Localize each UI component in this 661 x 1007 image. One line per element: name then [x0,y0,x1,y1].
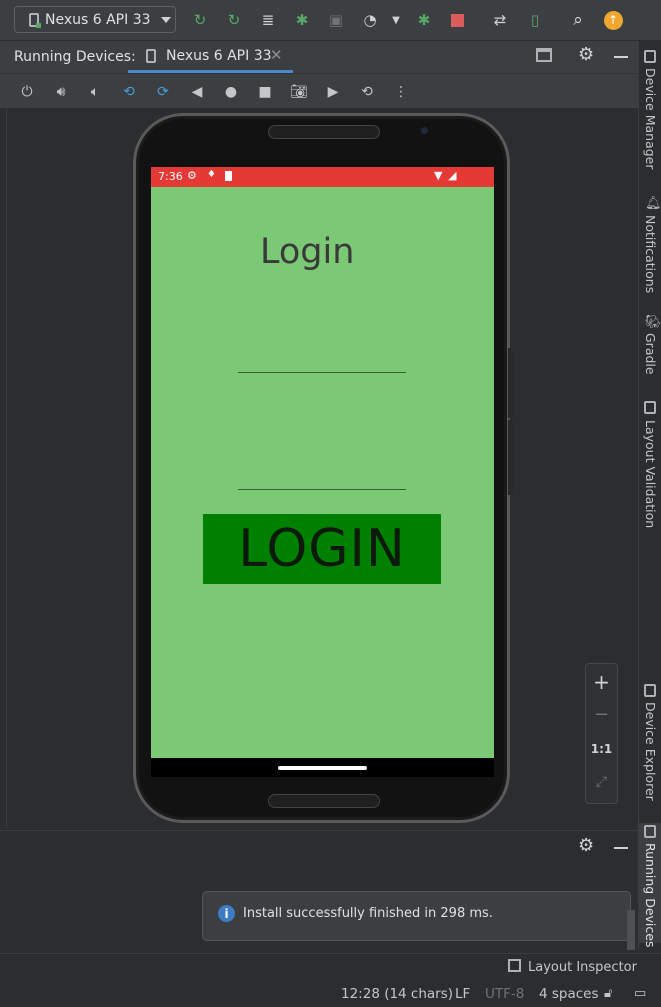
side-button [508,348,513,418]
notifications-tab[interactable]: Notifications [643,215,658,293]
android-status-bar: 7:36 ⚙ ♦ ▼ ◢ [151,167,494,187]
unlock-icon[interactable]: 🔓︎ [604,986,612,1001]
gear-icon[interactable]: ⚙ [578,44,594,65]
home-icon[interactable]: ● [221,82,241,102]
layout-inspector-button[interactable]: Layout Inspector [528,960,637,975]
debug-app-icon[interactable]: ✱ [414,10,434,30]
screenshot-icon[interactable]: 📷︎ [289,82,309,102]
memory-indicator-icon[interactable]: ▭ [634,986,646,1001]
line-separator[interactable]: LF [455,986,470,1002]
stop-icon[interactable] [447,10,467,30]
bell-icon: 🔔︎ [645,196,661,211]
screen-record-icon[interactable]: ▶ [323,82,343,102]
front-camera [421,127,428,134]
scrollbar[interactable] [627,910,635,950]
chevron-down-icon [160,16,171,23]
device-manager-icon[interactable]: ⇄ [490,10,510,30]
sync-icon[interactable]: ▯ [525,10,545,30]
zoom-controls: + − 1:1 ⤢ [585,663,618,804]
phone-icon [146,49,156,63]
logcat-icon[interactable]: ≣ [258,10,278,30]
tab-nexus-6[interactable]: Nexus 6 API 33 ✕ [128,41,293,73]
ide-status-bar: 12:28 (14 chars) LF UTF-8 4 spaces 🔓︎ ▭ [0,984,661,1007]
layout-validation-tab[interactable]: Layout Validation [643,420,658,528]
zoom-fit-icon[interactable]: ⤢ [586,774,617,790]
tab-underline [128,70,293,73]
device-selector-label: Nexus 6 API 33 [45,11,151,28]
running-devices-tab[interactable]: Running Devices [643,843,658,947]
device-explorer-tab[interactable]: Device Explorer [643,702,658,801]
running-devices-icon [644,825,656,838]
attach-debugger-icon[interactable]: ▣ [326,10,346,30]
phone-icon [29,12,41,28]
username-field[interactable] [238,372,406,373]
status-time: 7:36 [158,170,183,183]
device-manager-icon [644,50,656,63]
indent-setting[interactable]: 4 spaces [539,986,599,1002]
more-options-icon[interactable]: ⋮ [391,82,411,102]
device-manager-tab[interactable]: Device Manager [643,68,658,170]
speaker-bottom [268,794,380,808]
sd-card-icon [225,171,232,181]
dropdown-icon[interactable]: ▼ [386,10,406,30]
bottom-panel-header: ⚙ [0,830,638,865]
info-icon: i [218,905,235,922]
notification-message: Install successfully finished in 298 ms. [243,906,493,921]
gear-icon[interactable]: ⚙ [578,835,594,856]
layout-validation-icon [644,401,656,414]
update-icon[interactable]: ↑ [603,10,623,30]
snapshot-icon[interactable]: ⟲ [357,82,377,102]
speaker-top [268,125,380,139]
power-icon[interactable]: ⏻ [17,82,37,102]
gesture-nav-pill[interactable] [278,766,367,770]
password-field[interactable] [238,489,406,490]
apply-code-changes-icon[interactable]: ↻ [224,10,244,30]
close-icon[interactable]: ✕ [270,46,283,64]
volume-up-icon[interactable]: 🔊︎ [51,82,71,102]
file-encoding[interactable]: UTF-8 [485,986,524,1002]
wifi-icon: ▼ [434,169,443,182]
rotate-right-icon[interactable]: ⟳ [153,82,173,102]
running-devices-label: Running Devices: [14,49,136,65]
overview-icon[interactable]: ■ [255,82,275,102]
zoom-in-button[interactable]: + [586,670,617,694]
device-explorer-icon [644,684,656,697]
caret-position[interactable]: 12:28 (14 chars) [341,986,453,1002]
notification-icon: ♦ [207,169,216,180]
volume-down-icon[interactable]: 🔈︎ [85,82,105,102]
profiler-icon[interactable]: ◔ [360,10,380,30]
minimize-icon[interactable] [614,847,628,849]
minimize-icon[interactable] [614,56,628,58]
zoom-out-button[interactable]: − [586,704,617,725]
signal-icon: ◢ [448,169,457,182]
app-content [151,187,494,758]
layout-inspector-icon [508,959,521,972]
tab-label: Nexus 6 API 33 [166,48,272,64]
zoom-actual-size-button[interactable]: 1:1 [586,742,617,756]
gradle-tab[interactable]: Gradle [643,333,658,375]
side-button [508,420,513,495]
window-layout-icon[interactable] [536,48,552,62]
gradle-icon: 🐘︎ [645,315,661,330]
settings-icon: ⚙ [187,169,197,182]
back-icon[interactable]: ◀ [187,82,207,102]
search-icon[interactable]: ⌕ [568,10,588,30]
debug-icon[interactable]: ✱ [292,10,312,30]
device-selector[interactable]: Nexus 6 API 33 [14,6,176,33]
rotate-left-icon[interactable]: ⟲ [119,82,139,102]
login-button[interactable]: LOGIN [203,514,441,584]
install-notification[interactable]: i Install successfully finished in 298 m… [202,891,631,941]
apply-changes-icon[interactable]: ↻ [190,10,210,30]
running-devices-header: Running Devices: Nexus 6 API 33 ✕ ⚙ [0,41,638,74]
login-title: Login [260,232,355,272]
